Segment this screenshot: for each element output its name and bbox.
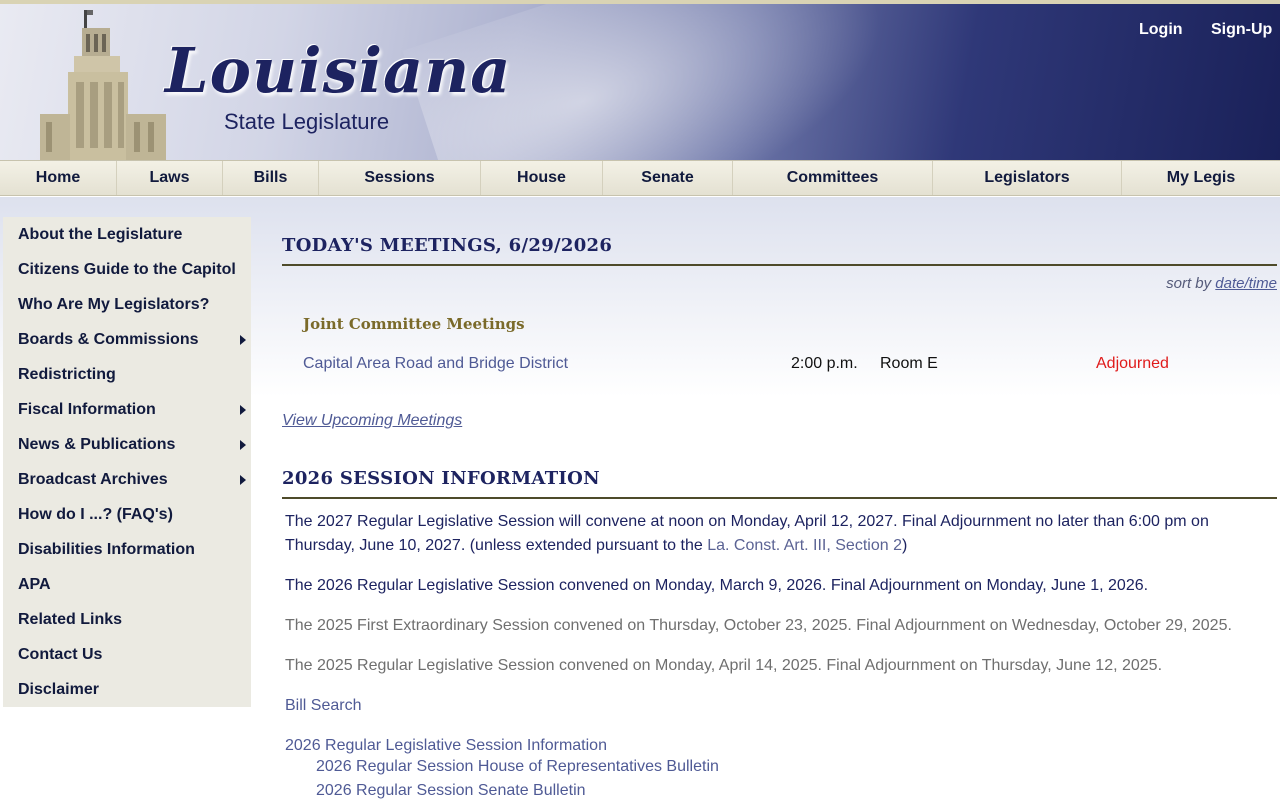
submenu-arrow-icon [240, 405, 246, 415]
sidebar-item-disclaimer[interactable]: Disclaimer [3, 672, 251, 707]
bill-search-link[interactable]: Bill Search [285, 694, 1245, 718]
session-2025-extraordinary-info[interactable]: The 2025 First Extraordinary Session con… [285, 614, 1245, 638]
section-divider [282, 497, 1277, 499]
sidebar-item-disabilities-information[interactable]: Disabilities Information [3, 532, 251, 567]
sidebar-item-label: Fiscal Information [18, 400, 156, 418]
sidebar-item-label: How do I ...? (FAQ's) [18, 505, 173, 523]
sidebar: About the Legislature Citizens Guide to … [3, 217, 251, 707]
sidebar-item-label: Contact Us [18, 645, 103, 663]
meeting-row: Capital Area Road and Bridge District 2:… [303, 355, 1273, 375]
sort-label: sort by [1166, 275, 1212, 292]
session-2026-info[interactable]: The 2026 Regular Legislative Session con… [285, 574, 1245, 598]
nav-legislators[interactable]: Legislators [933, 161, 1122, 195]
sidebar-item-citizens-guide[interactable]: Citizens Guide to the Capitol [3, 252, 251, 287]
senate-bulletin-link[interactable]: 2026 Regular Session Senate Bulletin [316, 782, 586, 800]
nav-senate[interactable]: Senate [603, 161, 733, 195]
logo-subtitle[interactable]: State Legislature [224, 109, 389, 135]
todays-meetings-heading: TODAY'S MEETINGS, 6/29/2026 [282, 235, 613, 256]
session-2027-text-end: ) [901, 537, 908, 554]
sidebar-item-label: APA [18, 575, 51, 593]
nav-laws[interactable]: Laws [117, 161, 223, 195]
sidebar-item-label: Redistricting [18, 365, 116, 383]
sidebar-item-label: News & Publications [18, 435, 176, 453]
joint-committee-heading: Joint Committee Meetings [303, 315, 525, 333]
nav-bills[interactable]: Bills [223, 161, 319, 195]
sidebar-item-news-publications[interactable]: News & Publications [3, 427, 251, 462]
sort-date-time-link[interactable]: date/time [1215, 275, 1277, 292]
sidebar-item-broadcast-archives[interactable]: Broadcast Archives [3, 462, 251, 497]
login-link[interactable]: Login [1139, 21, 1183, 39]
meeting-status: Adjourned [1096, 355, 1169, 372]
meeting-room: Room E [880, 355, 938, 372]
sidebar-item-fiscal-information[interactable]: Fiscal Information [3, 392, 251, 427]
sidebar-item-contact-us[interactable]: Contact Us [3, 637, 251, 672]
sidebar-item-label: Boards & Commissions [18, 330, 199, 348]
session-2025-regular-info[interactable]: The 2025 Regular Legislative Session con… [285, 654, 1245, 678]
la-const-link[interactable]: La. Const. Art. III, Section 2 [707, 537, 902, 554]
sidebar-item-label: Who Are My Legislators? [18, 295, 210, 313]
site-header: Louisiana State Legislature Login Sign-U… [0, 0, 1280, 160]
nav-home[interactable]: Home [0, 161, 117, 195]
sidebar-item-label: Disabilities Information [18, 540, 195, 558]
sidebar-item-boards-commissions[interactable]: Boards & Commissions [3, 322, 251, 357]
sidebar-item-label: Citizens Guide to the Capitol [18, 260, 236, 278]
section-divider [282, 264, 1277, 266]
sidebar-item-label: Broadcast Archives [18, 470, 168, 488]
view-upcoming-meetings-link[interactable]: View Upcoming Meetings [282, 412, 462, 430]
session-information-heading: 2026 SESSION INFORMATION [282, 468, 600, 489]
capitol-building-icon [40, 10, 166, 160]
meeting-time: 2:00 p.m. [791, 355, 858, 372]
nav-my-legis[interactable]: My Legis [1122, 161, 1280, 195]
nav-sessions[interactable]: Sessions [319, 161, 481, 195]
logo-title[interactable]: Louisiana [165, 34, 511, 107]
submenu-arrow-icon [240, 335, 246, 345]
sidebar-item-about[interactable]: About the Legislature [3, 217, 251, 252]
meeting-name-link[interactable]: Capital Area Road and Bridge District [303, 355, 568, 373]
signup-link[interactable]: Sign-Up [1211, 21, 1272, 39]
session-info-link[interactable]: 2026 Regular Legislative Session Informa… [285, 734, 1245, 758]
submenu-arrow-icon [240, 475, 246, 485]
sidebar-item-label: Related Links [18, 610, 123, 628]
submenu-arrow-icon [240, 440, 246, 450]
sidebar-item-label: About the Legislature [18, 225, 183, 243]
house-bulletin-link[interactable]: 2026 Regular Session House of Representa… [316, 758, 719, 776]
sort-control: sort by date/time [1166, 275, 1277, 292]
sidebar-item-apa[interactable]: APA [3, 567, 251, 602]
nav-committees[interactable]: Committees [733, 161, 933, 195]
sidebar-item-redistricting[interactable]: Redistricting [3, 357, 251, 392]
sidebar-item-related-links[interactable]: Related Links [3, 602, 251, 637]
sidebar-item-faq[interactable]: How do I ...? (FAQ's) [3, 497, 251, 532]
sidebar-item-label: Disclaimer [18, 680, 99, 698]
sidebar-item-who-are-my-legislators[interactable]: Who Are My Legislators? [3, 287, 251, 322]
session-2027-info: The 2027 Regular Legislative Session wil… [285, 510, 1245, 558]
nav-house[interactable]: House [481, 161, 603, 195]
main-nav: Home Laws Bills Sessions House Senate Co… [0, 160, 1280, 196]
